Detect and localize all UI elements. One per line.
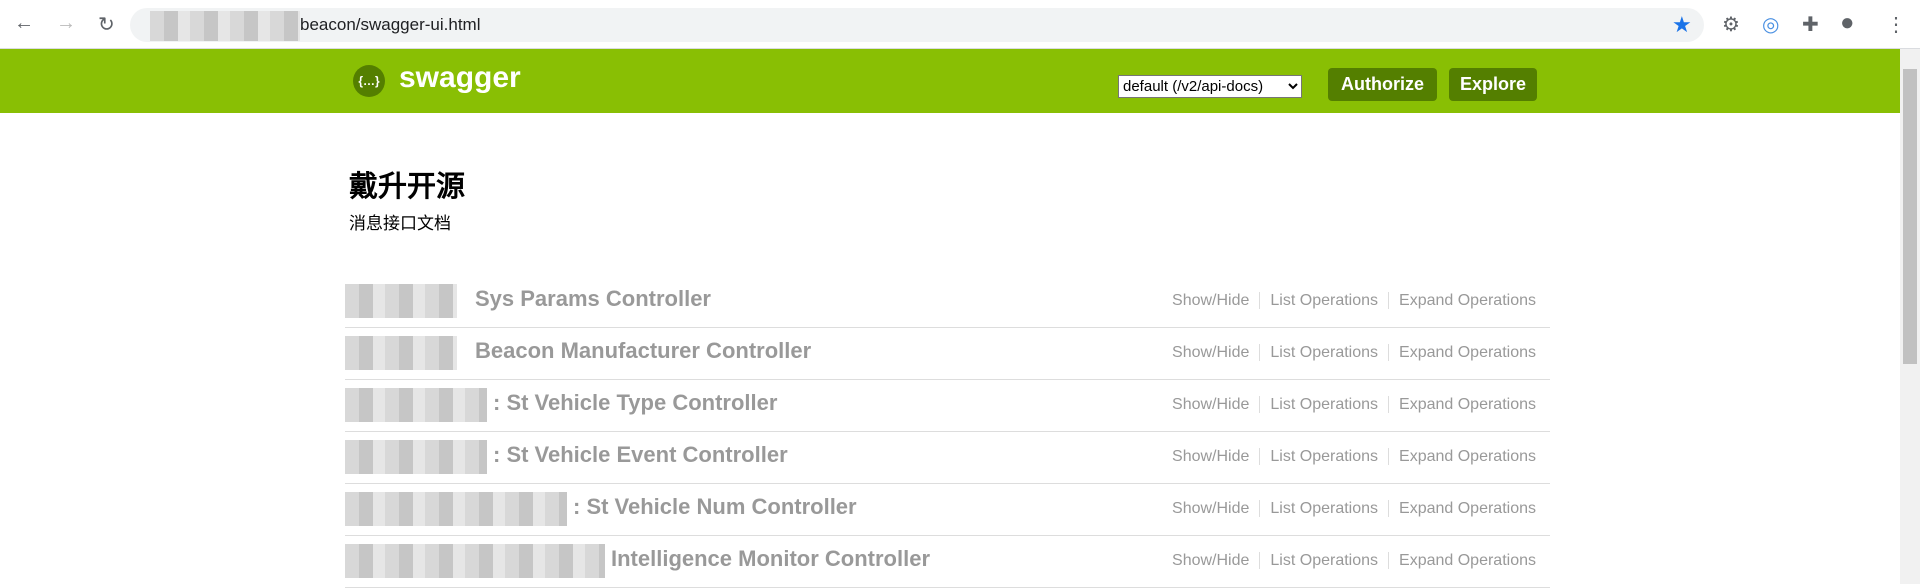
- page-title: 戴升开源: [349, 171, 466, 203]
- redacted-prefix: [345, 284, 457, 318]
- controller-name[interactable]: Beacon Manufacturer Controller: [475, 338, 811, 364]
- list-operations-link[interactable]: List Operations: [1259, 396, 1389, 413]
- scrollbar[interactable]: [1900, 49, 1920, 584]
- show-hide-link[interactable]: Show/Hide: [1162, 344, 1259, 361]
- extension-gear-icon[interactable]: ⚙: [1722, 12, 1740, 37]
- scrollbar-thumb[interactable]: [1903, 69, 1917, 364]
- row-actions: Show/Hide List Operations Expand Operation…: [1162, 344, 1536, 362]
- controller-row: Beacon Manufacturer Controller Show/Hide…: [345, 328, 1550, 380]
- show-hide-link[interactable]: Show/Hide: [1162, 396, 1259, 413]
- redacted-prefix: [345, 492, 567, 526]
- spec-select[interactable]: default (/v2/api-docs): [1118, 75, 1302, 98]
- authorize-button[interactable]: Authorize: [1328, 68, 1437, 101]
- expand-operations-link[interactable]: Expand Operations: [1388, 292, 1536, 309]
- redacted-prefix: [345, 440, 487, 474]
- browser-toolbar: ← → ↻ beacon/swagger-ui.html ★ ⚙ ◎ ✚ ● ⋮: [0, 0, 1920, 49]
- url-text: beacon/swagger-ui.html: [300, 15, 481, 34]
- row-actions: Show/Hide List Operations Expand Operation…: [1162, 552, 1536, 570]
- controller-name[interactable]: : St Vehicle Event Controller: [493, 442, 788, 468]
- controller-name[interactable]: Sys Params Controller: [475, 286, 711, 312]
- expand-operations-link[interactable]: Expand Operations: [1388, 344, 1536, 361]
- controller-row: : St Vehicle Event Controller Show/Hide L…: [345, 432, 1550, 484]
- brand[interactable]: swagger: [399, 61, 521, 95]
- show-hide-link[interactable]: Show/Hide: [1162, 292, 1259, 309]
- controller-name[interactable]: : St Vehicle Num Controller: [573, 494, 857, 520]
- extension-icon[interactable]: ◎: [1762, 12, 1779, 37]
- profile-avatar-icon[interactable]: ●: [1840, 9, 1855, 37]
- reload-icon[interactable]: ↻: [98, 12, 115, 37]
- back-icon[interactable]: ←: [14, 12, 34, 35]
- show-hide-link[interactable]: Show/Hide: [1162, 448, 1259, 465]
- expand-operations-link[interactable]: Expand Operations: [1388, 448, 1536, 465]
- bookmark-star-icon[interactable]: ★: [1672, 12, 1692, 38]
- controller-name[interactable]: Intelligence Monitor Controller: [611, 546, 930, 572]
- controller-row: : St Vehicle Type Controller Show/Hide Li…: [345, 380, 1550, 432]
- expand-operations-link[interactable]: Expand Operations: [1388, 500, 1536, 517]
- show-hide-link[interactable]: Show/Hide: [1162, 500, 1259, 517]
- expand-operations-link[interactable]: Expand Operations: [1388, 396, 1536, 413]
- swagger-header: {…} swagger default (/v2/api-docs) Autho…: [0, 49, 1900, 113]
- row-actions: Show/Hide List Operations Expand Operation…: [1162, 396, 1536, 414]
- controller-row: : St Vehicle Num Controller Show/Hide Lis…: [345, 484, 1550, 536]
- list-operations-link[interactable]: List Operations: [1259, 344, 1389, 361]
- list-operations-link[interactable]: List Operations: [1259, 500, 1389, 517]
- extensions-puzzle-icon[interactable]: ✚: [1802, 12, 1819, 37]
- row-actions: Show/Hide List Operations Expand Operation…: [1162, 448, 1536, 466]
- page-description: 消息接口文档: [349, 214, 451, 233]
- explore-button[interactable]: Explore: [1449, 68, 1537, 101]
- menu-icon[interactable]: ⋮: [1886, 12, 1906, 37]
- controller-name[interactable]: : St Vehicle Type Controller: [493, 390, 777, 416]
- list-operations-link[interactable]: List Operations: [1259, 292, 1389, 309]
- controller-row: Intelligence Monitor Controller Show/Hid…: [345, 536, 1550, 588]
- redacted-prefix: [345, 544, 605, 578]
- redacted-host: [150, 10, 300, 41]
- swagger-logo-icon: {…}: [353, 65, 385, 97]
- list-operations-link[interactable]: List Operations: [1259, 552, 1389, 569]
- controller-row: Sys Params Controller Show/Hide List Oper…: [345, 276, 1550, 328]
- show-hide-link[interactable]: Show/Hide: [1162, 552, 1259, 569]
- list-operations-link[interactable]: List Operations: [1259, 448, 1389, 465]
- redacted-prefix: [345, 388, 487, 422]
- row-actions: Show/Hide List Operations Expand Operation…: [1162, 292, 1536, 310]
- expand-operations-link[interactable]: Expand Operations: [1388, 552, 1536, 569]
- forward-icon[interactable]: →: [56, 12, 76, 35]
- redacted-prefix: [345, 336, 457, 370]
- row-actions: Show/Hide List Operations Expand Operation…: [1162, 500, 1536, 518]
